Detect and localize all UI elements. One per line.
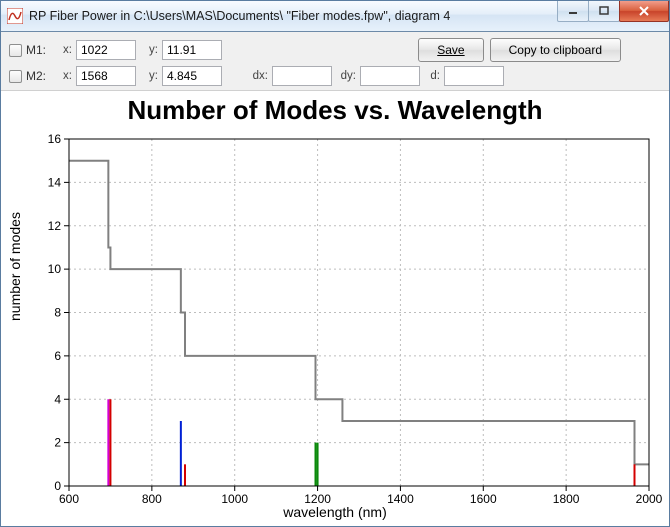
m2-x-input[interactable] [76, 66, 136, 86]
svg-text:8: 8 [54, 306, 61, 320]
m2-label: M2: [26, 69, 50, 83]
m1-x-label: x: [54, 44, 72, 56]
m2-y-label: y: [140, 70, 158, 82]
chart-svg: 600 800 1000 1200 1400 1600 1800 2000 0 2 4 6 8 10 12 1… [1, 91, 669, 526]
d-input[interactable] [444, 66, 504, 86]
maximize-button[interactable] [588, 1, 620, 22]
svg-text:0: 0 [54, 479, 61, 493]
dx-label: dx: [248, 70, 268, 82]
svg-text:2000: 2000 [636, 492, 663, 506]
toolbar-row-2: M2: x: y: dx: dy: d: [9, 66, 661, 86]
svg-text:1200: 1200 [304, 492, 331, 506]
m1-checkbox[interactable] [9, 44, 22, 57]
m2-group: M2: x: y: [9, 66, 222, 86]
svg-text:1000: 1000 [221, 492, 248, 506]
titlebar[interactable]: RP Fiber Power in C:\Users\MAS\Documents… [1, 1, 669, 32]
app-window: RP Fiber Power in C:\Users\MAS\Documents… [0, 0, 670, 527]
m1-y-label: y: [140, 44, 158, 56]
svg-text:10: 10 [48, 262, 62, 276]
chart-area[interactable]: Number of Modes vs. Wavelength number of… [1, 91, 669, 526]
svg-text:14: 14 [48, 175, 62, 189]
svg-text:1600: 1600 [470, 492, 497, 506]
m2-x-label: x: [54, 70, 72, 82]
window-controls [558, 1, 669, 21]
toolbar-row-1: M1: x: y: Save Copy to clipboard [9, 38, 661, 62]
svg-text:1800: 1800 [553, 492, 580, 506]
close-button[interactable] [619, 1, 669, 22]
m1-y-input[interactable] [162, 40, 222, 60]
dy-input[interactable] [360, 66, 420, 86]
save-button-label: Save [437, 43, 464, 57]
svg-text:600: 600 [59, 492, 79, 506]
dy-label: dy: [336, 70, 356, 82]
m1-label: M1: [26, 43, 50, 57]
delta-group: dx: dy: d: [248, 66, 504, 86]
minimize-button[interactable] [557, 1, 589, 22]
copy-button-label: Copy to clipboard [509, 43, 602, 57]
d-label: d: [424, 70, 440, 82]
svg-text:2: 2 [54, 436, 61, 450]
m1-x-input[interactable] [76, 40, 136, 60]
m2-checkbox[interactable] [9, 70, 22, 83]
dx-input[interactable] [272, 66, 332, 86]
copy-button[interactable]: Copy to clipboard [490, 38, 621, 62]
svg-text:4: 4 [54, 392, 61, 406]
svg-text:800: 800 [142, 492, 162, 506]
toolbar: M1: x: y: Save Copy to clipboard M2: x: … [1, 32, 669, 91]
svg-text:12: 12 [48, 219, 62, 233]
svg-text:6: 6 [54, 349, 61, 363]
save-button[interactable]: Save [418, 38, 483, 62]
svg-text:16: 16 [48, 132, 62, 146]
svg-text:1400: 1400 [387, 492, 414, 506]
m2-y-input[interactable] [162, 66, 222, 86]
m1-group: M1: x: y: [9, 40, 222, 60]
app-icon [7, 8, 23, 24]
